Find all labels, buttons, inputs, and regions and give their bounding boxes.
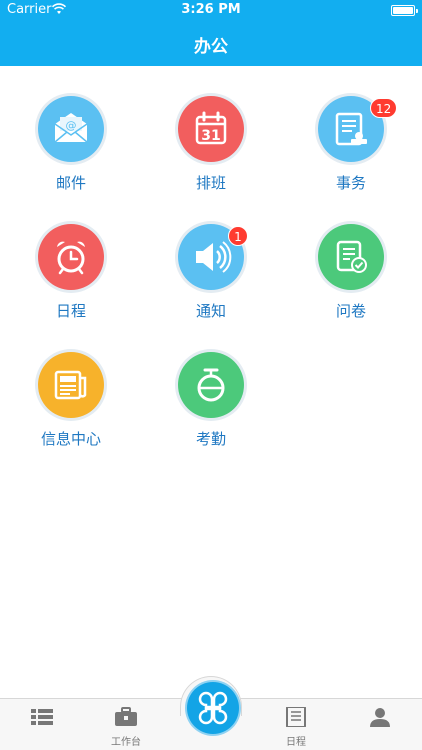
unread-badge: 1 <box>228 226 248 246</box>
app-tile-notice[interactable]: 1 通知 <box>150 196 270 320</box>
svg-text:@: @ <box>66 119 77 132</box>
status-bar: Carrier 3:26 PM <box>0 0 422 22</box>
tab-list[interactable] <box>0 699 84 750</box>
app-label: 问卷 <box>335 302 366 320</box>
stopwatch-icon <box>178 352 244 418</box>
app-tile-schedule-shift[interactable]: 31 排班 <box>150 68 270 192</box>
app-tile-attendance[interactable]: 考勤 <box>150 324 270 448</box>
tab-workbench[interactable]: 工作台 <box>84 699 168 750</box>
app-label: 邮件 <box>55 174 86 192</box>
newspaper-icon <box>38 352 104 418</box>
center-home-button[interactable] <box>187 682 239 734</box>
tab-calendar[interactable]: 日程 <box>254 699 338 750</box>
app-label: 日程 <box>55 302 86 320</box>
tab-label: 工作台 <box>111 737 141 748</box>
app-label: 排班 <box>195 174 226 192</box>
tab-profile[interactable] <box>338 699 422 750</box>
header-bar: Carrier 3:26 PM 办公 <box>0 0 422 66</box>
clover-icon <box>198 691 228 725</box>
app-tile-info-center[interactable]: 信息中心 <box>10 324 130 448</box>
schedule-icon <box>286 707 306 727</box>
app-label: 考勤 <box>195 430 226 448</box>
questionnaire-check-icon <box>318 224 384 290</box>
app-tile-affairs[interactable]: 12 事务 <box>290 68 410 192</box>
briefcase-icon <box>115 707 137 726</box>
list-icon <box>31 709 53 725</box>
app-label: 事务 <box>335 174 366 192</box>
app-label: 信息中心 <box>40 430 101 448</box>
user-icon <box>370 708 390 727</box>
battery-icon <box>391 5 418 16</box>
calendar-icon: 31 <box>178 96 244 162</box>
tab-label: 日程 <box>286 737 306 748</box>
unread-badge: 12 <box>370 98 398 118</box>
app-tile-questionnaire[interactable]: 问卷 <box>290 196 410 320</box>
page-title: 办公 <box>194 37 228 57</box>
clock-time: 3:26 PM <box>181 2 241 17</box>
app-tile-calendar[interactable]: 日程 <box>10 196 130 320</box>
mail-icon: @ <box>38 96 104 162</box>
app-label: 通知 <box>195 302 226 320</box>
alarm-clock-icon <box>38 224 104 290</box>
calendar-day-number: 31 <box>201 128 220 144</box>
app-tile-mail[interactable]: @ 邮件 <box>10 68 130 192</box>
